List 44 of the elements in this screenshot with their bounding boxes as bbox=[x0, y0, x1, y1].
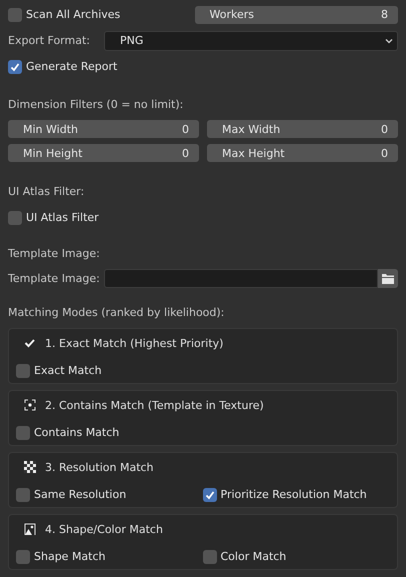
checkbox-label: Prioritize Resolution Match bbox=[220, 488, 367, 501]
panel-title: 4. Shape/Color Match bbox=[45, 522, 163, 536]
checkbox[interactable] bbox=[16, 426, 30, 440]
format-dropdown[interactable]: PNG bbox=[104, 30, 398, 50]
field-label: Export Format: bbox=[8, 34, 91, 47]
checkbox[interactable] bbox=[16, 488, 30, 502]
checkbox[interactable] bbox=[8, 60, 22, 74]
checkbox[interactable] bbox=[202, 488, 216, 502]
checkbox[interactable] bbox=[16, 550, 30, 564]
panel-title: 2. Contains Match (Template in Texture) bbox=[45, 398, 264, 412]
checkbox-label: Shape Match bbox=[34, 550, 106, 563]
workers-field[interactable]: Workers 8 bbox=[194, 6, 398, 24]
number-field[interactable]: Max Height 0 bbox=[207, 144, 398, 162]
checkbox[interactable] bbox=[16, 364, 30, 378]
browse-button[interactable] bbox=[378, 268, 398, 288]
number-field[interactable]: Max Width 0 bbox=[207, 120, 398, 138]
checkbox[interactable] bbox=[202, 550, 216, 564]
section-heading: Matching Modes (ranked by likelihood): bbox=[8, 304, 226, 320]
field-label: Template Image: bbox=[8, 272, 101, 284]
chevron-down-icon bbox=[385, 38, 393, 44]
number-field[interactable]: Min Height 0 bbox=[8, 144, 199, 162]
section-heading: UI Atlas Filter: bbox=[8, 184, 86, 199]
panel-title: 3. Resolution Match bbox=[45, 460, 154, 474]
checkbox-label: Generate Report bbox=[26, 60, 118, 73]
section-heading: Dimension Filters (0 = no limit): bbox=[8, 96, 184, 112]
number-field[interactable]: Min Width 0 bbox=[8, 120, 199, 138]
checkerboard-icon bbox=[24, 461, 36, 473]
check-icon bbox=[24, 337, 36, 349]
checkbox-label: Exact Match bbox=[34, 364, 102, 377]
section-heading: Template Image: bbox=[8, 246, 101, 261]
checkbox-label: Contains Match bbox=[34, 426, 120, 439]
checkbox[interactable] bbox=[8, 8, 22, 22]
checkbox-label: Same Resolution bbox=[34, 488, 126, 501]
checkbox-label: Scan All Archives bbox=[26, 8, 120, 21]
check-icon bbox=[204, 488, 216, 500]
folder-icon bbox=[381, 272, 395, 284]
checkbox[interactable] bbox=[8, 210, 22, 224]
panel-title: 1. Exact Match (Highest Priority) bbox=[45, 336, 224, 350]
focus-frame-icon bbox=[24, 399, 36, 411]
path-field[interactable] bbox=[104, 268, 378, 288]
image-icon bbox=[24, 523, 36, 535]
checkbox-label: UI Atlas Filter bbox=[26, 211, 99, 224]
checkbox-label: Color Match bbox=[220, 550, 286, 563]
check-icon bbox=[9, 60, 21, 72]
